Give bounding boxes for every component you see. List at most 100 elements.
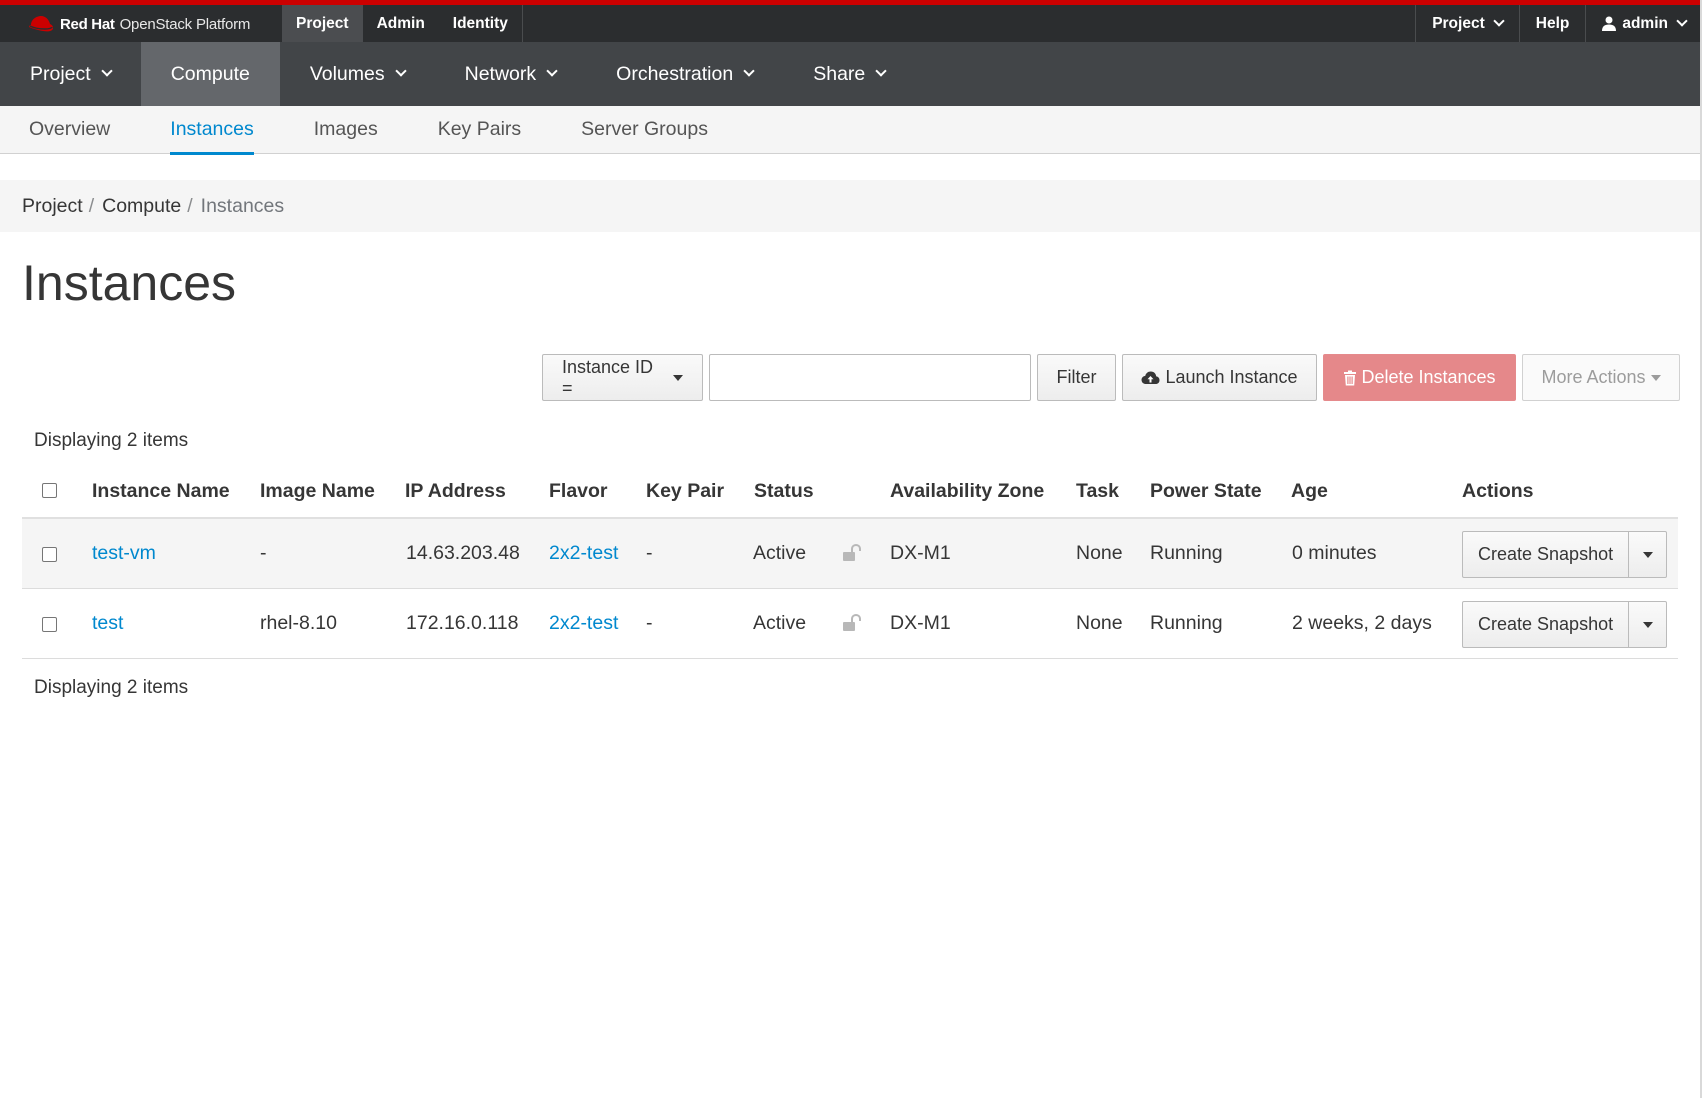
row-select-checkbox[interactable]	[42, 617, 57, 632]
chevron-down-icon	[743, 65, 755, 77]
column-status[interactable]: Status	[754, 480, 814, 503]
key-pair-cell: -	[646, 612, 653, 634]
main-navigation: Project Compute Volumes Network Orchestr…	[0, 42, 1702, 106]
nav-network[interactable]: Network	[435, 42, 587, 106]
launch-instance-button[interactable]: Launch Instance	[1122, 354, 1317, 401]
table-row: test rhel-8.10 172.16.0.118 2x2-test - A…	[22, 589, 1678, 659]
filter-search-input[interactable]	[709, 354, 1031, 401]
breadcrumb-separator: /	[187, 194, 193, 217]
nav-share[interactable]: Share	[783, 42, 915, 106]
instance-name-link[interactable]: test	[92, 612, 123, 635]
row-select-checkbox[interactable]	[42, 547, 57, 562]
nav-project-label: Project	[30, 63, 91, 85]
tab-overview[interactable]: Overview	[29, 106, 110, 153]
breadcrumb: Project / Compute / Instances	[0, 180, 1702, 232]
image-name-cell: -	[260, 542, 267, 564]
column-key-pair[interactable]: Key Pair	[646, 480, 724, 503]
delete-instances-button[interactable]: Delete Instances	[1323, 354, 1516, 401]
caret-down-icon	[673, 374, 683, 381]
row-actions: Create Snapshot	[1462, 601, 1668, 648]
tab-server-groups[interactable]: Server Groups	[581, 106, 708, 153]
age-cell: 0 minutes	[1292, 542, 1377, 564]
help-label: Help	[1535, 15, 1570, 32]
row-actions: Create Snapshot	[1462, 531, 1668, 578]
unlocked-icon	[843, 544, 861, 561]
caret-down-icon	[1642, 621, 1653, 628]
breadcrumb-compute[interactable]: Compute	[102, 195, 181, 218]
project-selector-label: Project	[1432, 15, 1485, 32]
chevron-down-icon	[1676, 15, 1688, 27]
column-actions: Actions	[1462, 480, 1534, 502]
project-selector-menu[interactable]: Project	[1415, 5, 1519, 42]
tab-images[interactable]: Images	[314, 106, 378, 153]
column-flavor[interactable]: Flavor	[549, 480, 608, 503]
compute-subnav: Overview Instances Images Key Pairs Serv…	[0, 106, 1702, 155]
filter-field-dropdown[interactable]: Instance ID =	[542, 354, 703, 401]
status-cell: Active	[753, 612, 807, 634]
row-actions-dropdown-toggle[interactable]	[1629, 601, 1668, 648]
chevron-down-icon	[546, 65, 558, 77]
filter-field-label: Instance ID =	[562, 356, 654, 398]
task-cell: None	[1076, 542, 1123, 564]
unlocked-icon	[843, 614, 861, 631]
masthead: Red Hat OpenStack Platform Project Admin…	[0, 0, 1702, 42]
brand-logo[interactable]: Red Hat OpenStack Platform	[28, 11, 250, 37]
create-snapshot-button[interactable]: Create Snapshot	[1462, 601, 1630, 648]
flavor-link[interactable]: 2x2-test	[549, 612, 618, 635]
table-header: Instance Name Image Name IP Address Flav…	[22, 462, 1678, 519]
task-cell: None	[1076, 612, 1123, 634]
breadcrumb-instances: Instances	[200, 194, 285, 217]
availability-zone-cell: DX-M1	[890, 542, 951, 564]
chevron-down-icon	[875, 65, 887, 77]
age-cell: 2 weeks, 2 days	[1292, 612, 1432, 634]
red-hat-logo-icon	[29, 16, 53, 32]
brand-name-strong: Red Hat	[60, 15, 115, 33]
column-instance-name[interactable]: Instance Name	[92, 480, 230, 503]
create-snapshot-button[interactable]: Create Snapshot	[1462, 531, 1630, 578]
brand-name-product: OpenStack Platform	[119, 15, 251, 33]
status-cell: Active	[753, 542, 807, 564]
nav-compute[interactable]: Compute	[140, 42, 280, 106]
top-tab-admin[interactable]: Admin	[363, 5, 439, 42]
nav-share-label: Share	[813, 63, 866, 85]
more-actions-button[interactable]: More Actions	[1522, 354, 1680, 401]
launch-instance-label: Launch Instance	[1165, 367, 1298, 387]
flavor-link[interactable]: 2x2-test	[549, 542, 618, 565]
user-icon	[1602, 16, 1617, 31]
caret-down-icon	[1650, 374, 1661, 381]
availability-zone-cell: DX-M1	[890, 612, 951, 634]
top-tab-project[interactable]: Project	[282, 5, 363, 42]
nav-volumes[interactable]: Volumes	[280, 42, 435, 106]
key-pair-cell: -	[646, 542, 653, 564]
select-all-checkbox[interactable]	[42, 483, 57, 498]
filter-button[interactable]: Filter	[1037, 354, 1116, 401]
instance-name-link[interactable]: test-vm	[92, 542, 156, 565]
nav-compute-label: Compute	[170, 63, 250, 85]
column-availability-zone[interactable]: Availability Zone	[890, 480, 1044, 503]
help-link[interactable]: Help	[1518, 5, 1586, 42]
tab-key-pairs[interactable]: Key Pairs	[438, 106, 521, 153]
user-menu[interactable]: admin	[1585, 5, 1702, 42]
top-tab-identity[interactable]: Identity	[439, 5, 522, 42]
nav-orchestration[interactable]: Orchestration	[586, 42, 783, 106]
nav-network-label: Network	[464, 63, 537, 85]
instances-table: Instance Name Image Name IP Address Flav…	[22, 462, 1678, 659]
image-name-cell: rhel-8.10	[260, 612, 337, 634]
breadcrumb-separator: /	[88, 194, 95, 217]
item-count-bottom: Displaying 2 items	[34, 677, 189, 698]
table-row: test-vm - 14.63.203.48 2x2-test - Active…	[22, 519, 1678, 589]
page-title: Instances	[22, 255, 237, 311]
column-image-name[interactable]: Image Name	[260, 480, 375, 503]
ip-address-cell: 172.16.0.118	[406, 612, 519, 634]
column-task[interactable]: Task	[1076, 480, 1119, 503]
tab-instances[interactable]: Instances	[170, 106, 255, 155]
row-actions-dropdown-toggle[interactable]	[1629, 531, 1668, 578]
nav-project[interactable]: Project	[0, 42, 141, 106]
breadcrumb-project[interactable]: Project	[22, 195, 83, 218]
trash-icon	[1344, 370, 1357, 385]
chevron-down-icon	[101, 65, 113, 77]
nav-orchestration-label: Orchestration	[616, 63, 734, 85]
column-age[interactable]: Age	[1291, 480, 1328, 503]
column-power-state[interactable]: Power State	[1150, 480, 1262, 503]
column-ip-address[interactable]: IP Address	[405, 480, 506, 503]
